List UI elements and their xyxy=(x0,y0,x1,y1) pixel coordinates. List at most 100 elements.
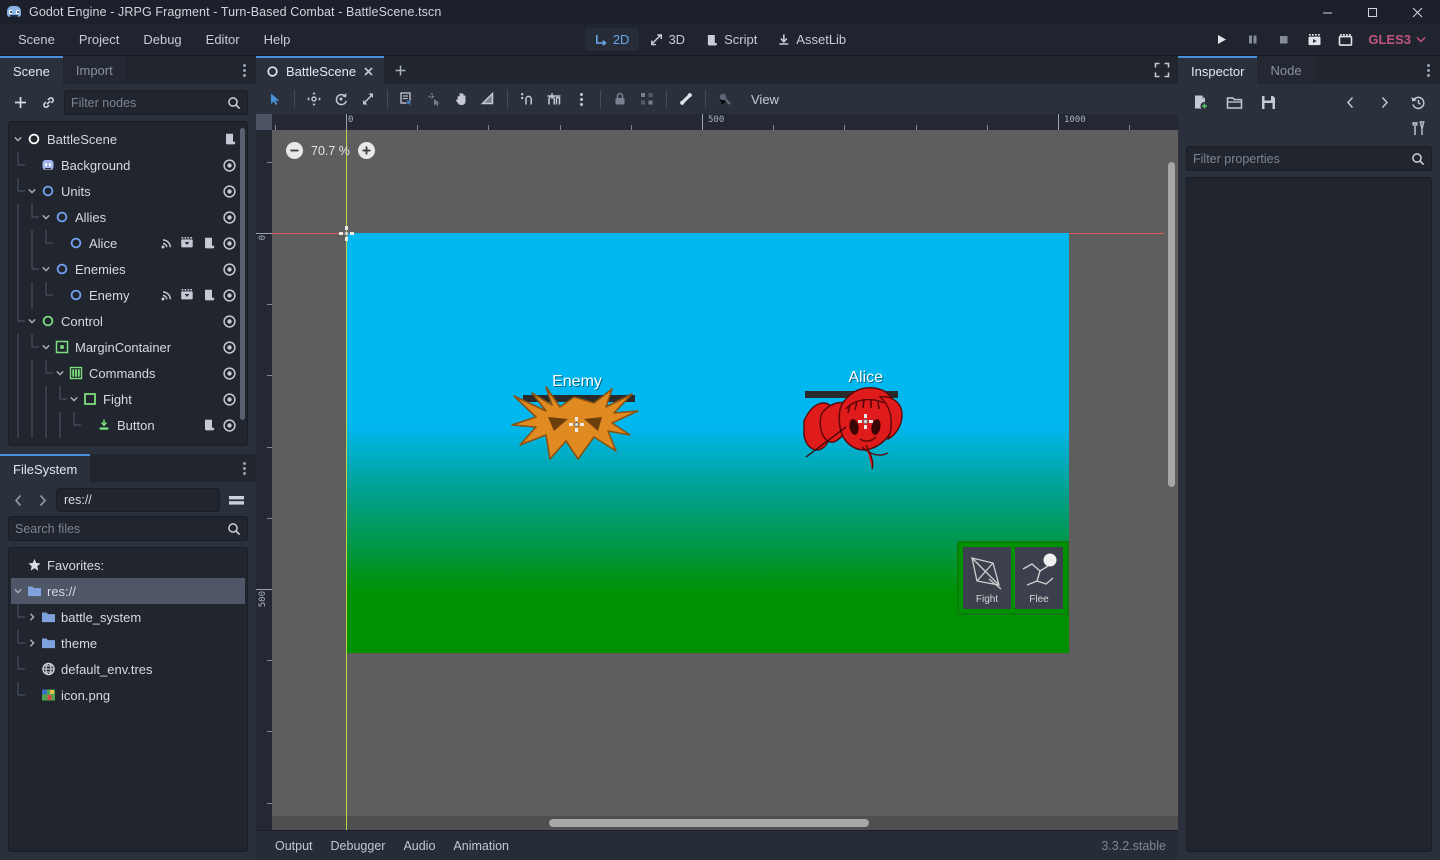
chevron-right-icon[interactable] xyxy=(25,638,39,648)
skeleton-options-button[interactable] xyxy=(673,87,699,111)
node-signal-icon[interactable] xyxy=(159,236,174,251)
tab-script-editor[interactable]: Script xyxy=(696,28,766,51)
ruler-mode-button[interactable] xyxy=(421,87,447,111)
stop-button[interactable] xyxy=(1269,28,1297,52)
scene-tab-battlescene[interactable]: BattleScene xyxy=(256,56,385,84)
instance-scene-button[interactable] xyxy=(36,91,60,115)
move-mode-button[interactable] xyxy=(301,87,327,111)
scene-tree-item-margincontainer[interactable]: MarginContainer xyxy=(11,334,245,360)
search-files-field[interactable] xyxy=(8,516,248,541)
bottom-panel-debugger[interactable]: Debugger xyxy=(324,836,393,856)
add-node-button[interactable] xyxy=(8,91,32,115)
command-button-flee[interactable]: Flee xyxy=(1015,547,1063,609)
node-visibility-icon[interactable] xyxy=(222,340,237,355)
filter-properties-field[interactable] xyxy=(1186,146,1432,171)
node-visibility-icon[interactable] xyxy=(222,184,237,199)
scene-tree-item-enemies[interactable]: Enemies xyxy=(11,256,245,282)
filter-properties-input[interactable] xyxy=(1193,151,1407,166)
tab-inspector[interactable]: Inspector xyxy=(1178,56,1258,84)
chevron-down-icon[interactable] xyxy=(39,212,53,222)
tab-filesystem[interactable]: FileSystem xyxy=(0,454,91,482)
node-script-icon[interactable] xyxy=(201,236,216,251)
tab-node[interactable]: Node xyxy=(1257,56,1315,84)
list-selection-button[interactable] xyxy=(394,87,420,111)
zoom-out-button[interactable] xyxy=(286,142,303,159)
command-button-fight[interactable]: Fight xyxy=(963,547,1011,609)
filesystem-item-theme[interactable]: theme xyxy=(11,630,245,656)
filter-nodes-input[interactable] xyxy=(71,95,223,110)
node-visibility-icon[interactable] xyxy=(222,262,237,277)
tab-2d-editor[interactable]: 2D xyxy=(584,28,639,51)
toggle-smart-snap-button[interactable] xyxy=(514,87,540,111)
rotate-mode-button[interactable] xyxy=(328,87,354,111)
pan-mode-button[interactable] xyxy=(448,87,474,111)
search-files-input[interactable] xyxy=(15,521,223,536)
scene-dock-menu-button[interactable] xyxy=(239,56,250,84)
pause-button[interactable] xyxy=(1238,28,1266,52)
chevron-right-icon[interactable] xyxy=(25,612,39,622)
vertical-ruler[interactable]: 0 500 xyxy=(256,130,272,830)
tab-assetlib[interactable]: AssetLib xyxy=(768,28,855,51)
scene-tree-item-background[interactable]: Background xyxy=(11,152,245,178)
chevron-down-icon[interactable] xyxy=(53,368,67,378)
scene-tree-container[interactable]: BattleScene Background Units Allies Alice Ene… xyxy=(8,121,248,446)
node-script-icon[interactable] xyxy=(201,288,216,303)
scene-tree-item-control[interactable]: Control xyxy=(11,308,245,334)
snap-options-button[interactable] xyxy=(568,87,594,111)
scene-tree-item-commands[interactable]: Commands xyxy=(11,360,245,386)
chevron-down-icon[interactable] xyxy=(67,394,81,404)
filesystem-dock-menu-button[interactable] xyxy=(239,454,250,482)
back-button[interactable] xyxy=(8,489,28,511)
menu-help[interactable]: Help xyxy=(254,28,301,51)
unit-enemy[interactable]: Enemy xyxy=(502,373,652,483)
filesystem-item-favorites[interactable]: Favorites: xyxy=(11,552,245,578)
menu-debug[interactable]: Debug xyxy=(133,28,191,51)
chevron-down-icon[interactable] xyxy=(25,316,39,326)
filesystem-path-field[interactable]: res:// xyxy=(56,488,220,512)
scene-tree-item-battlescene[interactable]: BattleScene xyxy=(11,126,245,152)
chevron-down-icon[interactable] xyxy=(11,586,25,596)
horizontal-ruler[interactable]: 0 500 1000 xyxy=(256,114,1178,130)
play-scene-button[interactable] xyxy=(1300,28,1328,52)
node-visibility-icon[interactable] xyxy=(222,210,237,225)
menu-project[interactable]: Project xyxy=(69,28,129,51)
bottom-panel-output[interactable]: Output xyxy=(268,836,320,856)
select-mode-button[interactable] xyxy=(262,87,288,111)
object-tools-button[interactable] xyxy=(1406,116,1430,140)
history-previous-button[interactable] xyxy=(1338,90,1362,114)
scene-tree-item-fight[interactable]: Fight xyxy=(11,386,245,412)
chevron-down-icon[interactable] xyxy=(11,134,25,144)
viewport-vertical-scrollbar[interactable] xyxy=(1164,130,1178,816)
object-history-button[interactable] xyxy=(1406,90,1430,114)
filesystem-item-iconpng[interactable]: icon.png xyxy=(11,682,245,708)
scene-tree-item-units[interactable]: Units xyxy=(11,178,245,204)
group-selected-button[interactable] xyxy=(634,87,660,111)
chevron-down-icon[interactable] xyxy=(39,342,53,352)
node-visibility-icon[interactable] xyxy=(222,392,237,407)
tab-scene[interactable]: Scene xyxy=(0,56,63,84)
scene-tree-item-enemy[interactable]: Enemy xyxy=(11,282,245,308)
inspector-properties-list[interactable] xyxy=(1186,177,1432,852)
node-animation-icon[interactable] xyxy=(180,236,195,251)
close-button[interactable] xyxy=(1395,0,1440,24)
tab-3d-editor[interactable]: 3D xyxy=(640,28,694,51)
history-next-button[interactable] xyxy=(1372,90,1396,114)
node-visibility-icon[interactable] xyxy=(222,236,237,251)
animation-key-button[interactable] xyxy=(712,87,738,111)
minimize-button[interactable] xyxy=(1305,0,1350,24)
close-tab-button[interactable] xyxy=(363,66,374,77)
unit-alice[interactable]: Alice xyxy=(802,369,932,479)
bottom-panel-audio[interactable]: Audio xyxy=(396,836,442,856)
scene-tree-scrollbar[interactable] xyxy=(240,128,245,420)
node-visibility-icon[interactable] xyxy=(222,314,237,329)
node-animation-icon[interactable] xyxy=(180,288,195,303)
toggle-split-mode-button[interactable] xyxy=(224,488,248,512)
distraction-free-mode-button[interactable] xyxy=(1154,56,1170,84)
add-scene-tab-button[interactable] xyxy=(384,56,417,84)
zoom-in-button[interactable] xyxy=(357,142,375,159)
toggle-grid-snap-button[interactable] xyxy=(541,87,567,111)
node-signal-icon[interactable] xyxy=(159,288,174,303)
filter-nodes-field[interactable] xyxy=(64,90,248,115)
node-visibility-icon[interactable] xyxy=(222,158,237,173)
renderer-selector[interactable]: GLES3 xyxy=(1362,29,1432,50)
